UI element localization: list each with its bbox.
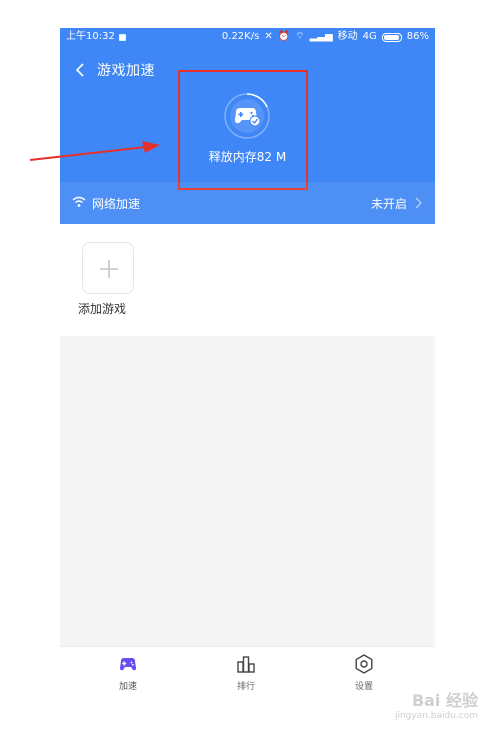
- network-speed: 0.22K/s: [221, 31, 260, 42]
- tab-ranking[interactable]: 排行: [216, 653, 276, 692]
- watermark-text: Bai 经验: [411, 691, 478, 710]
- network-boost-status: 未开启: [370, 197, 407, 211]
- chevron-right-icon: [415, 197, 422, 209]
- network-type: 4G: [362, 31, 377, 42]
- tab-boost[interactable]: 加速: [98, 653, 158, 692]
- battery-icon: [381, 32, 402, 42]
- battery-level: 86%: [406, 31, 429, 42]
- header: 上午10:32 0.22K/s ✕ ⏰ ⌔ ▂▃▅ 移动 4G 86% 游戏加速: [60, 28, 435, 224]
- page-title: 游戏加速: [97, 63, 155, 79]
- tab-boost-label: 加速: [118, 682, 137, 692]
- tab-ranking-label: 排行: [236, 682, 255, 692]
- tab-settings-label: 设置: [354, 682, 373, 692]
- gamepad-icon: [120, 658, 136, 671]
- plus-icon: [100, 260, 118, 278]
- ranking-icon: [237, 656, 255, 673]
- network-boost-label: 网络加速: [92, 197, 141, 211]
- add-game-label: 添加游戏: [78, 302, 127, 316]
- status-bar: 上午10:32 0.22K/s ✕ ⏰ ⌔ ▂▃▅ 移动 4G 86%: [60, 28, 435, 46]
- add-game-button[interactable]: [82, 242, 134, 294]
- annotation-arrow: [29, 141, 160, 161]
- wifi-icon: [72, 196, 86, 207]
- games-section: 添加游戏: [60, 224, 435, 336]
- baidu-watermark: Bai 经验 jingyan.baidu.com: [395, 687, 478, 721]
- wifi-icon: ⌔: [295, 31, 305, 42]
- alarm-icon: ⏰: [277, 31, 291, 42]
- signal-icon: ▂▃▅: [309, 31, 333, 42]
- mute-icon: ✕: [264, 31, 273, 42]
- back-arrow-icon[interactable]: [74, 63, 88, 77]
- settings-icon: [355, 654, 373, 674]
- gamepad-boost-icon[interactable]: [222, 91, 272, 141]
- network-boost-row[interactable]: 网络加速 未开启: [60, 182, 435, 224]
- bottom-tab-bar: 加速 排行 设置: [60, 646, 435, 696]
- status-time: 上午10:32: [66, 31, 115, 42]
- carrier-name: 移动: [337, 31, 358, 42]
- notification-icon: [118, 33, 126, 41]
- tab-settings[interactable]: 设置: [334, 653, 394, 692]
- phone-screen: 上午10:32 0.22K/s ✕ ⏰ ⌔ ▂▃▅ 移动 4G 86% 游戏加速: [60, 28, 435, 696]
- watermark-url: jingyan.baidu.com: [394, 711, 478, 721]
